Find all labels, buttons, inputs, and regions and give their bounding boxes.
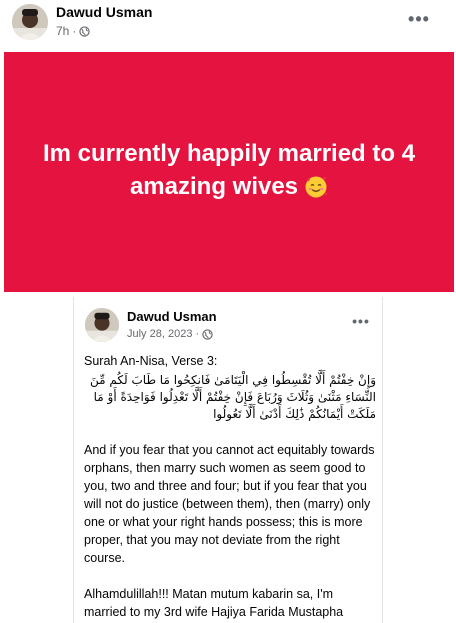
post-meta: 7h ·: [56, 24, 91, 38]
shared-meta-separator: ·: [195, 328, 200, 340]
meta-separator: ·: [72, 24, 77, 38]
globe-icon[interactable]: [202, 328, 213, 340]
shared-post-meta: July 28, 2023 ·: [127, 328, 213, 340]
more-options-icon: •••: [352, 313, 370, 329]
shared-post-card[interactable]: Dawud Usman July 28, 2023 · ••• Surah An…: [73, 297, 383, 623]
more-options-icon: •••: [408, 9, 430, 29]
post-header: Dawud Usman 7h · •••: [0, 0, 456, 48]
smiling-face-with-hearts-emoji: [304, 175, 328, 208]
author-name[interactable]: Dawud Usman: [56, 4, 152, 20]
arabic-verse: وَإِنْ خِفْتُمْ أَلَّا تُقْسِطُوا فِي ال…: [90, 373, 376, 421]
verse-translation: And if you fear that you cannot act equi…: [84, 443, 375, 565]
globe-icon[interactable]: [79, 25, 91, 37]
shared-post-body: Surah An-Nisa, Verse 3: وَإِنْ خِفْتُمْ …: [84, 352, 378, 621]
banner-text-block: Im currently happily married to 4 amazin…: [29, 137, 429, 208]
banner-text: Im currently happily married to 4 amazin…: [42, 139, 416, 200]
post-time[interactable]: 7h: [56, 24, 69, 38]
text-background-post[interactable]: Im currently happily married to 4 amazin…: [4, 52, 454, 292]
author-avatar[interactable]: [12, 4, 48, 40]
more-options-button[interactable]: •••: [404, 8, 434, 30]
shared-post-date[interactable]: July 28, 2023: [127, 328, 192, 340]
shared-more-options-button[interactable]: •••: [350, 313, 372, 329]
shared-author-name[interactable]: Dawud Usman: [127, 309, 217, 324]
closing-text: Alhamdulillah!!! Matan mutum kabarin sa,…: [84, 587, 344, 619]
verse-heading: Surah An-Nisa, Verse 3:: [84, 354, 218, 368]
shared-author-avatar[interactable]: [85, 308, 119, 342]
